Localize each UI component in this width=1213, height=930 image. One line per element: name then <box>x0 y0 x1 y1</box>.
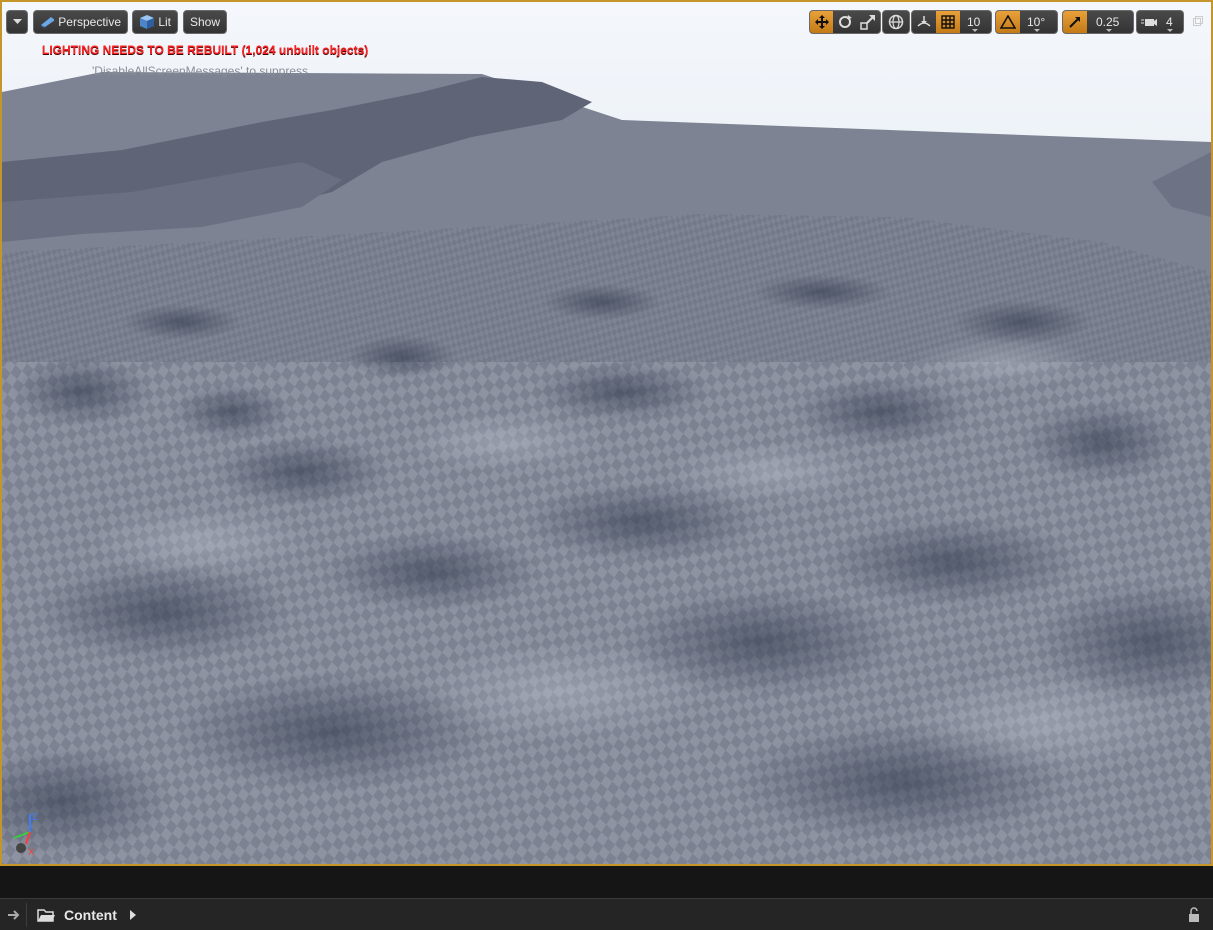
rotation-snap-value: 10° <box>1027 15 1046 29</box>
lit-cube-icon <box>140 15 154 29</box>
rotation-snap-value-dropdown[interactable]: 10° <box>1020 11 1054 33</box>
rotation-snap-toggle[interactable] <box>996 11 1020 33</box>
scale-icon <box>860 15 876 30</box>
divider <box>26 903 27 927</box>
axis-z-label: Z <box>32 812 38 822</box>
grid-snap-value-dropdown[interactable]: 10 <box>960 11 989 33</box>
axis-x-label: X <box>28 847 34 857</box>
scale-snap-toggle[interactable] <box>1063 11 1087 33</box>
viewport-options-button[interactable] <box>6 10 28 34</box>
translate-mode-button[interactable] <box>810 11 834 33</box>
rotate-mode-button[interactable] <box>833 11 856 33</box>
camera-speed-icon <box>1141 19 1157 26</box>
world-coordinates-button[interactable] <box>883 11 909 33</box>
scale-snap-group: 0.25 <box>1062 10 1134 34</box>
globe-icon <box>888 14 904 30</box>
transform-mode-group <box>809 10 881 34</box>
content-browser-bar: Content <box>0 898 1213 930</box>
chevron-down-icon <box>12 19 22 24</box>
folder-open-icon <box>37 909 55 922</box>
show-label: Show <box>189 15 221 29</box>
scale-snap-value-dropdown[interactable]: 0.25 <box>1087 11 1130 33</box>
perspective-camera-icon <box>41 17 55 28</box>
translate-icon <box>814 15 829 29</box>
camera-speed-button[interactable] <box>1137 11 1161 33</box>
chevron-down-icon <box>1034 29 1041 32</box>
coordinate-system-group <box>882 10 910 34</box>
surface-snap-icon <box>917 16 931 27</box>
lighting-warning: LIGHTING NEEDS TO BE REBUILT (1,024 unbu… <box>42 43 369 57</box>
show-button[interactable]: Show <box>183 10 227 34</box>
rotate-icon <box>838 15 852 28</box>
viewport-toolbar: Perspective Lit Show 10 10° 0.25 4 <box>6 10 1207 36</box>
chevron-right-icon[interactable] <box>128 909 138 921</box>
chevron-down-icon <box>1167 29 1174 32</box>
view-mode-lit-button[interactable]: Lit <box>132 10 178 34</box>
perspective-label: Perspective <box>58 15 121 29</box>
rotation-snap-group: 10° <box>995 10 1058 34</box>
camera-speed-group: 4 <box>1136 10 1184 34</box>
chevron-down-icon <box>1105 29 1112 32</box>
lit-label: Lit <box>158 15 171 29</box>
angle-icon <box>1000 15 1016 29</box>
suppress-hint: 'DisableAllScreenMessages' to suppress <box>92 64 309 78</box>
surface-snap-button[interactable] <box>912 11 936 33</box>
camera-speed-value-dropdown[interactable]: 4 <box>1161 11 1180 33</box>
restore-viewport-icon[interactable] <box>1193 16 1203 26</box>
level-viewport[interactable]: Perspective Lit Show 10 10° 0.25 4 LIGHT… <box>0 0 1213 866</box>
arrow-right-icon[interactable] <box>6 907 22 923</box>
chevron-down-icon <box>971 29 978 32</box>
axis-gizmo-icon: Z X <box>13 812 38 857</box>
scale-snap-value: 0.25 <box>1096 15 1120 29</box>
camera-speed-value: 4 <box>1166 15 1173 29</box>
landscape-scene <box>2 2 1211 864</box>
grid-snap-group: 10 <box>911 10 992 34</box>
grid-snap-value: 10 <box>967 15 981 29</box>
grid-snap-toggle[interactable] <box>936 11 960 33</box>
bottom-panel: Content <box>0 866 1213 930</box>
content-folder-link[interactable]: Content <box>64 907 117 923</box>
lock-icon[interactable] <box>1187 907 1201 923</box>
grid-icon <box>941 15 955 29</box>
scale-mode-button[interactable] <box>857 11 880 33</box>
scale-snap-icon <box>1069 17 1080 28</box>
perspective-button[interactable]: Perspective <box>33 10 128 34</box>
